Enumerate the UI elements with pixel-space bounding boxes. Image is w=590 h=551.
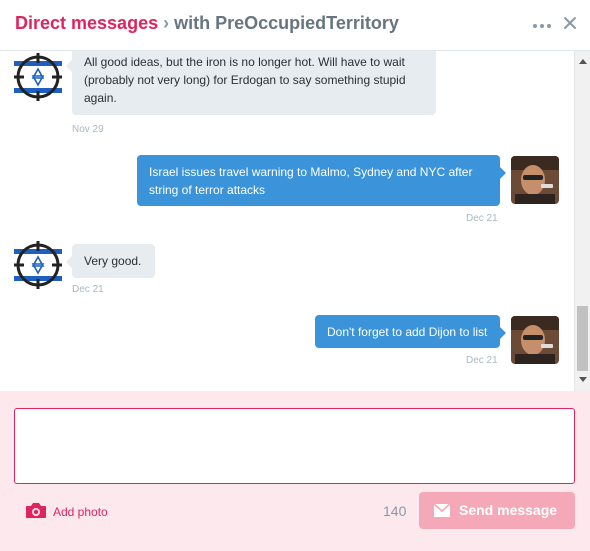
title-separator: › (163, 13, 170, 33)
scrollbar-thumb[interactable] (577, 306, 588, 371)
message-input[interactable] (14, 408, 575, 484)
message-timestamp: Nov 29 (72, 124, 104, 135)
camera-icon (26, 503, 46, 518)
add-photo-label: Add photo (53, 505, 108, 519)
message-timestamp: Dec 21 (466, 355, 498, 366)
israel-flag-crosshair-icon[interactable] (14, 241, 62, 289)
message-bubble-received[interactable]: All good ideas, but the iron is no longe… (66, 51, 436, 115)
more-dots-icon[interactable] (533, 24, 551, 30)
dm-window: Direct messages › with PreOccupiedTerrit… (0, 0, 590, 551)
send-message-label: Send message (459, 502, 558, 518)
dm-header: Direct messages › with PreOccupiedTerrit… (0, 0, 590, 51)
message-timestamp: Dec 21 (466, 213, 498, 224)
message-bubble-received[interactable]: Very good. (66, 244, 155, 278)
scroll-down-arrow-icon[interactable] (579, 377, 587, 382)
dm-title: Direct messages › with PreOccupiedTerrit… (15, 13, 399, 34)
message-bubble-sent[interactable]: Don't forget to add Dijon to list (315, 315, 506, 348)
scroll-up-arrow-icon[interactable] (579, 59, 587, 64)
message-composer: Add photo 140 Send message (0, 391, 590, 551)
israel-flag-crosshair-icon[interactable] (14, 53, 62, 101)
character-counter: 140 (383, 503, 407, 519)
user-photo-avatar[interactable] (511, 316, 559, 364)
message-bubble-sent[interactable]: Israel issues travel warning to Malmo, S… (137, 155, 506, 206)
send-message-button[interactable]: Send message (419, 492, 575, 529)
conversation-pane[interactable]: All good ideas, but the iron is no longe… (0, 51, 590, 391)
dm-label[interactable]: Direct messages (15, 13, 158, 33)
close-icon[interactable] (563, 16, 577, 30)
user-photo-avatar[interactable] (511, 156, 559, 204)
conversation-partner-label: with PreOccupiedTerritory (174, 13, 399, 33)
send-envelope-icon (433, 503, 451, 517)
message-timestamp: Dec 21 (72, 284, 104, 295)
conversation-scrollbar[interactable] (574, 51, 590, 391)
